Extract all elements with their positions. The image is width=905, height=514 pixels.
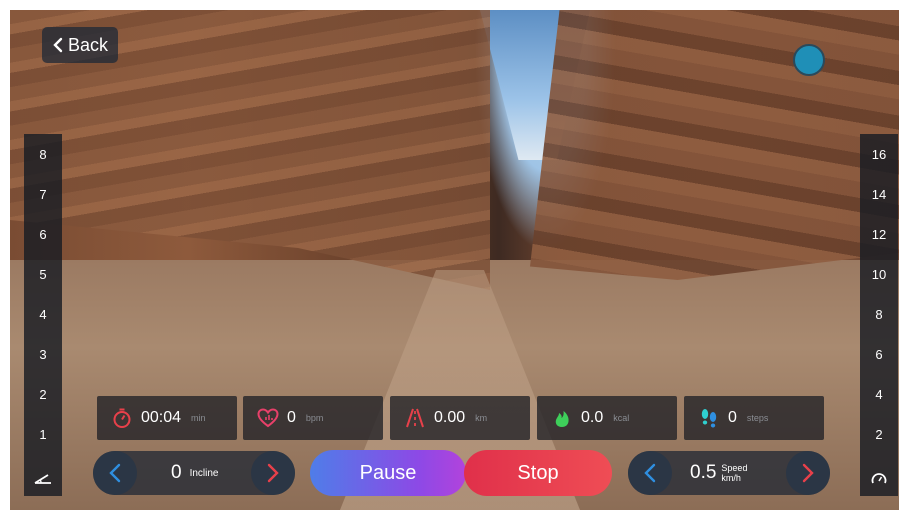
incline-control: 0 Incline (93, 451, 295, 495)
incline-tick[interactable]: 4 (24, 307, 62, 322)
incline-label: Incline (189, 467, 219, 479)
incline-tick[interactable]: 1 (24, 427, 62, 442)
scenery-canyon-wall-right (530, 10, 899, 280)
speed-value: 0.5 (690, 462, 717, 483)
speed-tick[interactable]: 12 (860, 227, 898, 242)
speed-tick[interactable]: 2 (860, 427, 898, 442)
incline-tick[interactable]: 8 (24, 147, 62, 162)
speed-tick[interactable]: 8 (860, 307, 898, 322)
incline-value: 0 (171, 462, 182, 483)
speed-increase-button[interactable] (786, 451, 830, 495)
chevron-right-icon (802, 463, 814, 483)
incline-tick[interactable]: 3 (24, 347, 62, 362)
calories-stat: 0.0 kcal (537, 396, 677, 440)
chevron-right-icon (267, 463, 279, 483)
time-value: 00:04 (141, 409, 182, 426)
speed-decrease-button[interactable] (628, 451, 672, 495)
incline-scale[interactable]: 8 7 6 5 4 3 2 1 (24, 134, 62, 496)
incline-decrease-button[interactable] (93, 451, 137, 495)
distance-value: 0.00 (434, 409, 466, 426)
incline-icon (24, 471, 62, 490)
chevron-left-icon (644, 463, 656, 483)
heart-rate-icon (257, 408, 279, 428)
chevron-left-icon (109, 463, 121, 483)
distance-stat: 0.00 km (390, 396, 530, 440)
distance-unit: km (475, 413, 488, 423)
steps-stat: 0 steps (684, 396, 824, 440)
heart-rate-unit: bpm (305, 413, 324, 423)
chevron-left-icon (53, 37, 63, 53)
road-icon (406, 408, 424, 428)
heart-rate-stat: 0 bpm (243, 396, 383, 440)
calories-unit: kcal (613, 413, 630, 423)
speed-tick[interactable]: 14 (860, 187, 898, 202)
speed-tick[interactable]: 4 (860, 387, 898, 402)
speed-tick[interactable]: 10 (860, 267, 898, 282)
speed-tick[interactable]: 16 (860, 147, 898, 162)
speedometer-icon (860, 471, 898, 490)
calories-value: 0.0 (581, 409, 604, 426)
flame-icon (555, 411, 569, 427)
footprints-icon (701, 409, 717, 428)
speed-tick[interactable]: 6 (860, 347, 898, 362)
back-label: Back (67, 34, 109, 55)
steps-value: 0 (728, 409, 737, 426)
record-indicator[interactable] (793, 44, 825, 76)
time-stat: 00:04 min (97, 396, 237, 440)
incline-tick[interactable]: 5 (24, 267, 62, 282)
back-button[interactable]: Back (42, 27, 118, 63)
incline-tick[interactable]: 2 (24, 387, 62, 402)
speed-label: Speed (721, 463, 748, 473)
speed-scale[interactable]: 16 14 12 10 8 6 4 2 (860, 134, 898, 496)
speed-control: 0.5 Speed km/h (628, 451, 830, 495)
incline-tick[interactable]: 6 (24, 227, 62, 242)
steps-unit: steps (746, 413, 769, 423)
heart-rate-value: 0 (287, 409, 296, 426)
incline-increase-button[interactable] (251, 451, 295, 495)
stopwatch-icon (113, 408, 131, 428)
incline-readout: 0 Incline (171, 451, 218, 495)
time-unit: min (191, 413, 206, 423)
pause-button[interactable]: Pause (310, 450, 466, 496)
workout-screen: Back 8 7 6 5 4 3 2 1 16 14 12 10 8 6 4 2… (10, 10, 899, 510)
stop-button[interactable]: Stop (464, 450, 612, 496)
speed-readout: 0.5 Speed km/h (690, 451, 747, 495)
incline-tick[interactable]: 7 (24, 187, 62, 202)
speed-unit: km/h (721, 473, 741, 483)
